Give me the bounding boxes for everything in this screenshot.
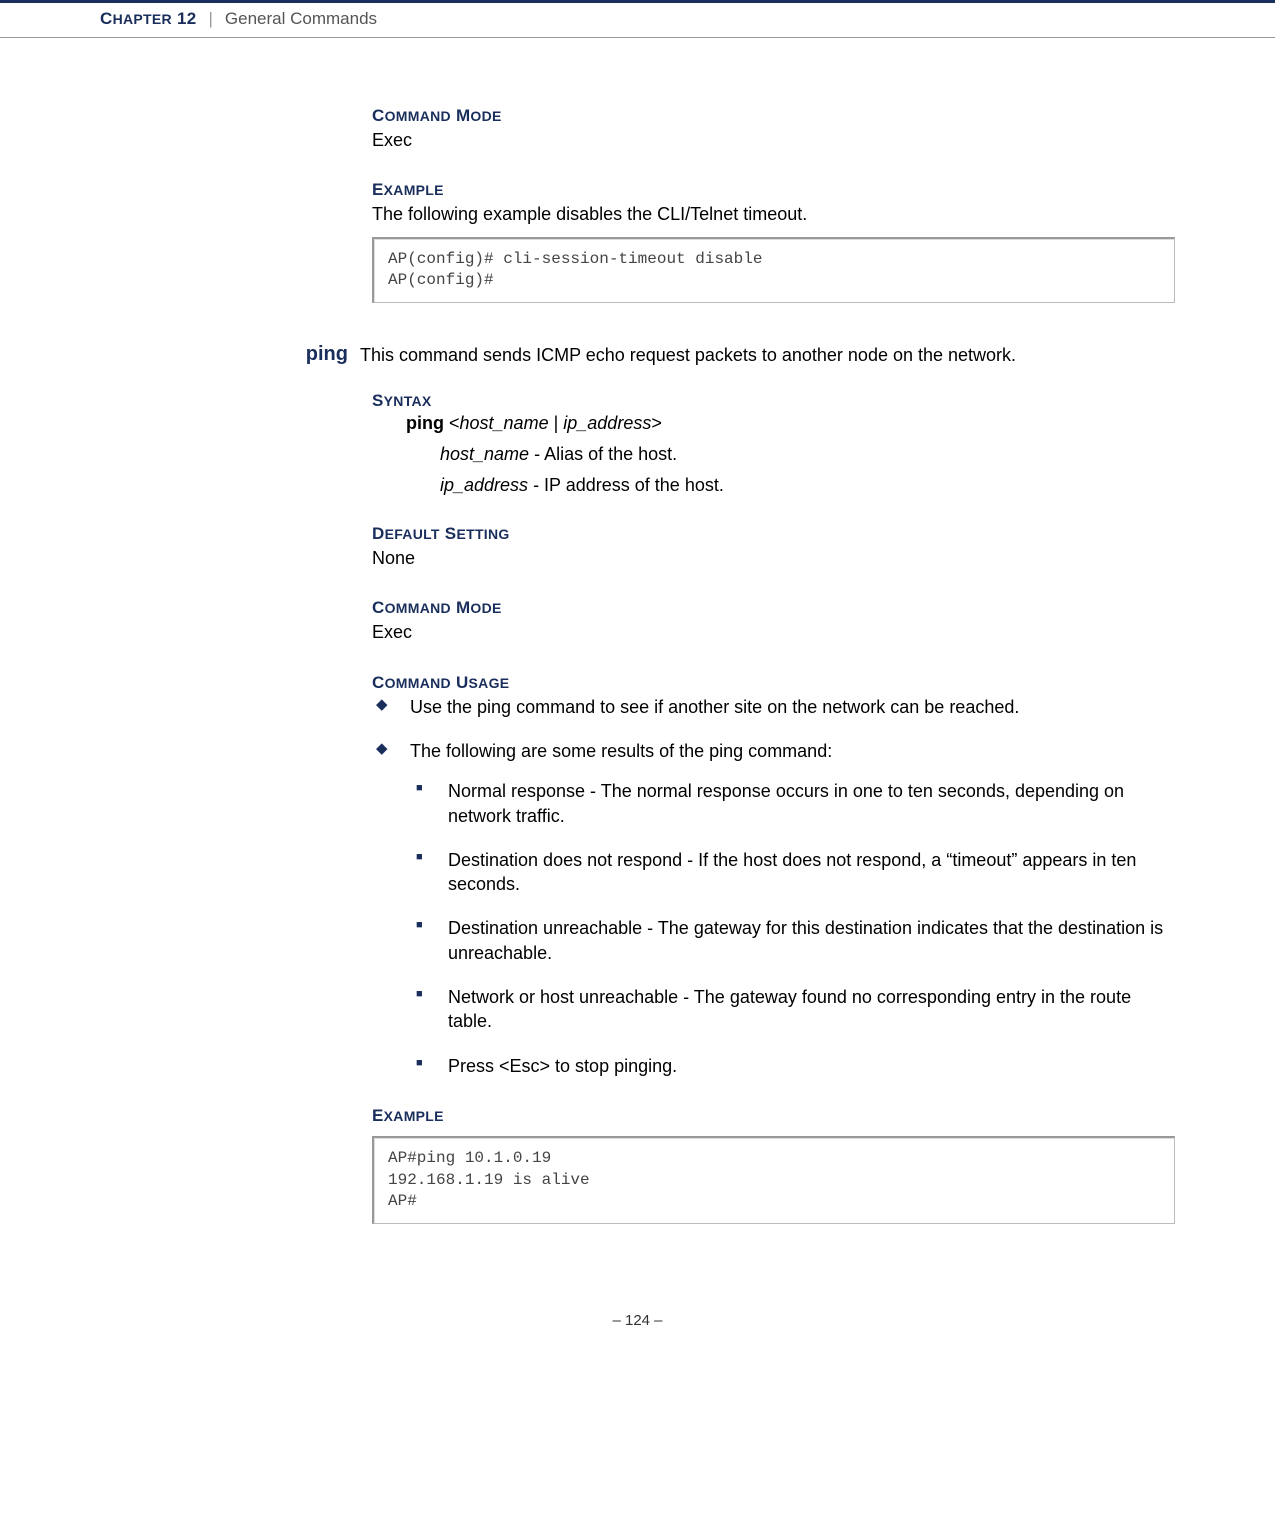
syntax-param-ipaddress: ip_address - IP address of the host. (372, 475, 1175, 496)
chapter-label: CHAPTER 12 (100, 9, 196, 29)
ping-example-heading: EXAMPLE (372, 1106, 1175, 1126)
ping-details: SYNTAX ping <host_name | ip_address> hos… (372, 391, 1175, 1224)
syntax-heading: SYNTAX (372, 391, 1175, 411)
example-text: The following example disables the CLI/T… (372, 202, 1175, 226)
command-usage-heading: COMMAND USAGE (372, 673, 1175, 693)
page-content: COMMAND MODE Exec EXAMPLE The following … (0, 46, 1275, 1292)
example-heading: EXAMPLE (372, 180, 1175, 200)
example-code-block: AP(config)# cli-session-timeout disable … (372, 237, 1175, 303)
page-footer: – 124 – (0, 1292, 1275, 1369)
command-mode-value: Exec (372, 128, 1175, 152)
ping-command-mode-heading: COMMAND MODE (372, 598, 1175, 618)
default-setting-value: None (372, 546, 1175, 570)
usage-sub-list: Normal response - The normal response oc… (410, 779, 1175, 1078)
usage-sub-item: Press <Esc> to stop pinging. (410, 1054, 1175, 1078)
top-block: COMMAND MODE Exec EXAMPLE The following … (372, 106, 1175, 303)
usage-item-text: The following are some results of the pi… (410, 741, 832, 761)
usage-list: Use the ping command to see if another s… (372, 695, 1175, 1078)
ping-command-name: ping (100, 343, 360, 366)
usage-sub-item: Normal response - The normal response oc… (410, 779, 1175, 828)
default-setting-heading: DEFAULT SETTING (372, 524, 1175, 544)
usage-sub-item: Destination does not respond - If the ho… (410, 848, 1175, 897)
command-mode-heading: COMMAND MODE (372, 106, 1175, 126)
ping-command-row: ping This command sends ICMP echo reques… (100, 343, 1175, 367)
header-line: CHAPTER 12 | General Commands (100, 9, 1275, 29)
section-name: General Commands (225, 9, 377, 29)
ping-example-code-block: AP#ping 10.1.0.19 192.168.1.19 is alive … (372, 1136, 1175, 1224)
usage-sub-item: Network or host unreachable - The gatewa… (410, 985, 1175, 1034)
syntax-param-hostname: host_name - Alias of the host. (372, 444, 1175, 465)
usage-item: Use the ping command to see if another s… (372, 695, 1175, 719)
usage-sub-item: Destination unreachable - The gateway fo… (410, 916, 1175, 965)
syntax-command: ping <host_name | ip_address> (372, 413, 1175, 434)
header-separator: | (204, 9, 216, 29)
ping-command-mode-value: Exec (372, 620, 1175, 644)
page-header: CHAPTER 12 | General Commands (0, 0, 1275, 38)
usage-item: The following are some results of the pi… (372, 739, 1175, 1078)
ping-command-desc: This command sends ICMP echo request pac… (360, 343, 1016, 367)
page-number: – 124 – (612, 1312, 662, 1329)
